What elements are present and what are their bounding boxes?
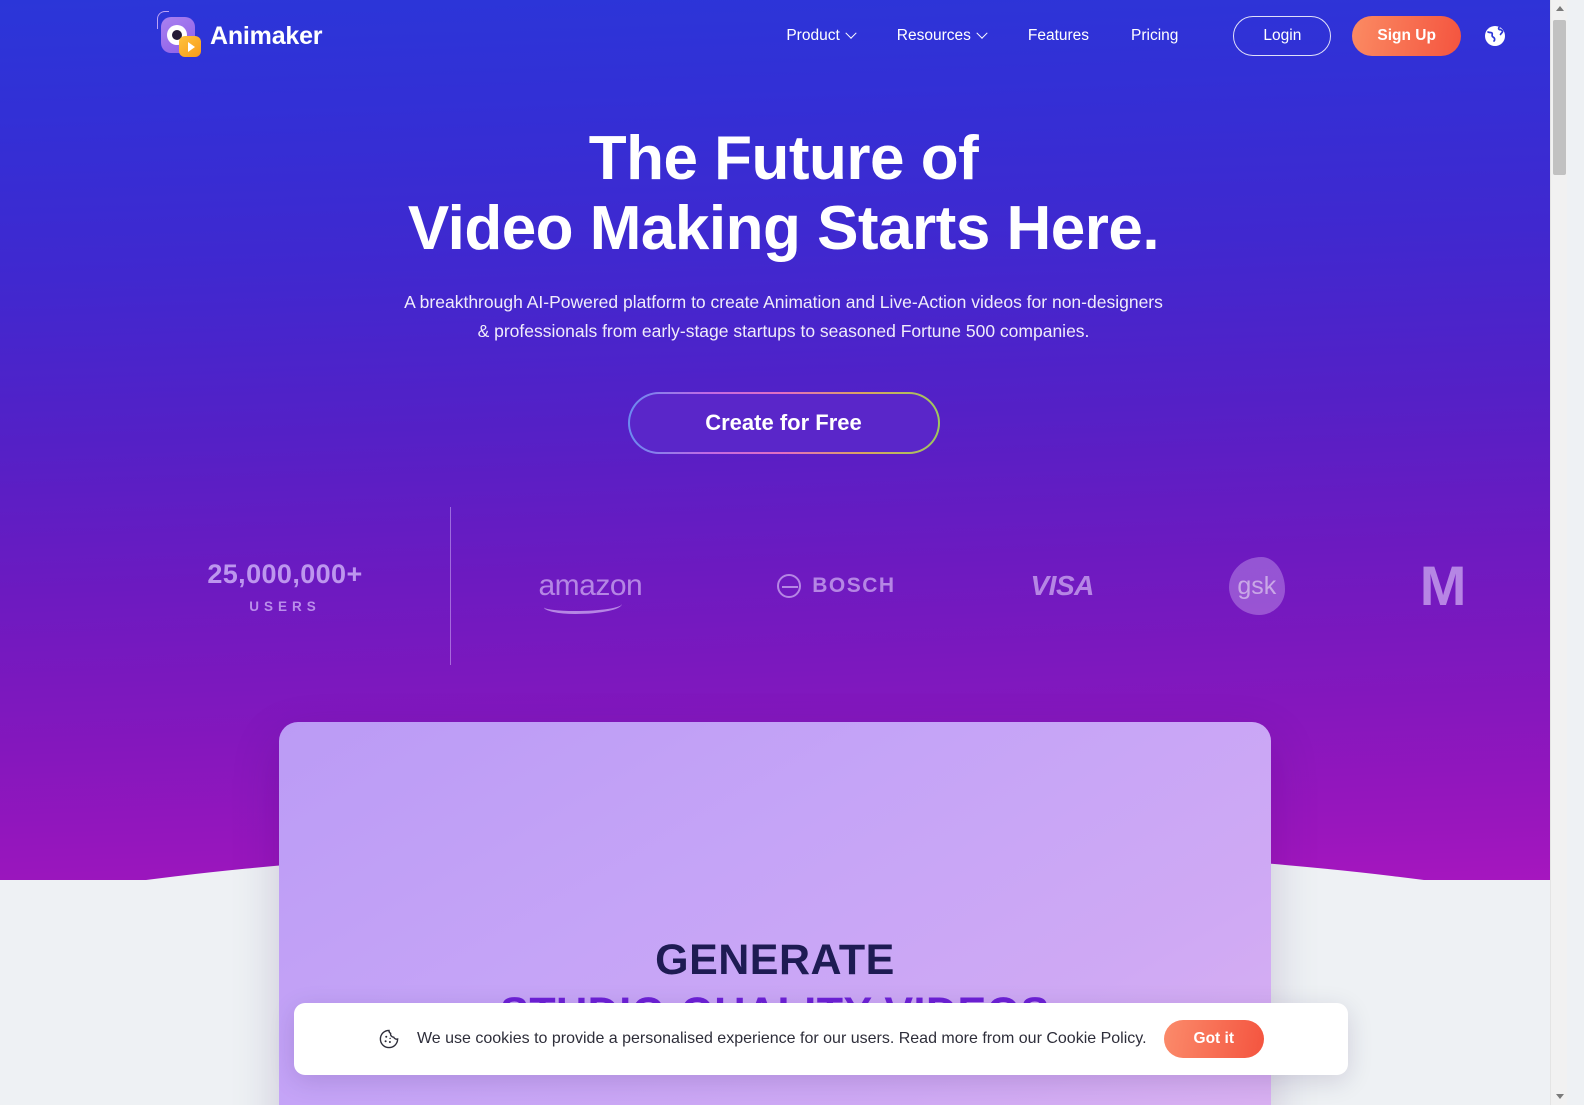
page-root: Animaker Product Resources Features Pric…: [0, 0, 1567, 1105]
chevron-down-icon: [845, 27, 857, 39]
scrollbar-up-arrow-icon[interactable]: [1551, 0, 1567, 17]
bosch-mark-shape: [777, 574, 802, 598]
scrollbar-down-arrow-icon[interactable]: [1551, 1088, 1567, 1105]
headline-line-1: The Future of: [588, 124, 979, 193]
globe-icon[interactable]: [1482, 23, 1508, 49]
top-navbar: Animaker Product Resources Features Pric…: [0, 0, 1567, 72]
subtitle-line-1: A breakthrough AI-Powered platform to cr…: [404, 292, 1163, 312]
chevron-down-icon: [976, 27, 988, 39]
social-proof-section: 25,000,000+ USERS amazon BOSCH VISA gsk …: [0, 507, 1567, 665]
video-card-line-1: GENERATE: [655, 936, 895, 984]
login-button[interactable]: Login: [1233, 16, 1332, 56]
headline-line-2: Video Making Starts Here.: [407, 194, 1160, 263]
animaker-logo-icon: [155, 11, 201, 58]
create-for-free-label: Create for Free: [629, 394, 938, 452]
nav-item-pricing-label: Pricing: [1131, 27, 1179, 44]
page-title: The Future of Video Making Starts Here.: [0, 124, 1567, 264]
create-for-free-button[interactable]: Create for Free: [627, 392, 940, 454]
visa-logo-label: VISA: [1030, 570, 1095, 601]
nav-item-features-label: Features: [1027, 27, 1090, 44]
cookie-banner: We use cookies to provide a personalised…: [294, 1003, 1348, 1075]
nav-item-product-label: Product: [786, 27, 840, 44]
users-stat: 25,000,000+ USERS: [0, 559, 450, 614]
arrow-down-icon: [1555, 1094, 1564, 1099]
cookie-accept-button[interactable]: Got it: [1163, 1020, 1264, 1058]
nav-item-product[interactable]: Product: [765, 27, 875, 45]
nav-item-features[interactable]: Features: [1007, 27, 1110, 45]
bosch-logo-icon: BOSCH: [777, 556, 895, 616]
arrow-up-icon: [1555, 6, 1564, 11]
visa-logo-icon: VISA: [1030, 556, 1095, 616]
gsk-logo-label: gsk: [1228, 557, 1285, 615]
signup-button[interactable]: Sign Up: [1352, 16, 1461, 56]
amazon-logo-label: amazon: [538, 569, 643, 602]
nav-item-pricing[interactable]: Pricing: [1110, 27, 1199, 45]
bosch-logo-label: BOSCH: [812, 574, 896, 597]
page-scrollbar[interactable]: [1550, 0, 1567, 1105]
nav-actions: Login Sign Up: [1233, 16, 1508, 56]
mcdonalds-logo-icon: M: [1419, 554, 1467, 617]
cookie-message: We use cookies to provide a personalised…: [416, 1030, 1147, 1047]
users-stat-label: USERS: [249, 598, 321, 614]
nav-item-resources[interactable]: Resources: [876, 27, 1007, 45]
nav-links: Product Resources Features Pricing: [765, 27, 1199, 45]
subtitle-line-2: & professionals from early-stage startup…: [477, 321, 1090, 341]
scrollbar-thumb[interactable]: [1553, 20, 1566, 175]
brand-logo[interactable]: Animaker: [155, 11, 323, 58]
brand-name: Animaker: [210, 21, 323, 50]
gsk-logo-icon: gsk: [1228, 556, 1285, 616]
logo-play-badge-icon: [179, 36, 201, 57]
users-stat-number: 25,000,000+: [207, 558, 363, 589]
cta-wrapper: Create for Free: [0, 392, 1567, 454]
hero-subtitle: A breakthrough AI-Powered platform to cr…: [0, 288, 1567, 346]
mcdonalds-logo-label: M: [1419, 554, 1467, 617]
cookie-icon: [378, 1028, 400, 1050]
client-logos: amazon BOSCH VISA gsk M: [451, 556, 1567, 616]
nav-item-resources-label: Resources: [896, 27, 971, 44]
amazon-logo-icon: amazon: [538, 556, 643, 616]
